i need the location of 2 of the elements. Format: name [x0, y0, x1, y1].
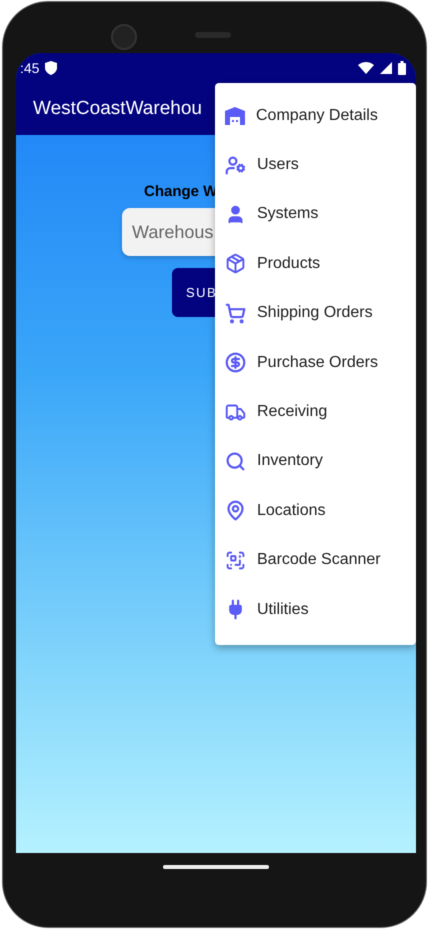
status-time: :45	[20, 60, 40, 76]
app-title: WestCoastWarehou	[33, 98, 202, 120]
